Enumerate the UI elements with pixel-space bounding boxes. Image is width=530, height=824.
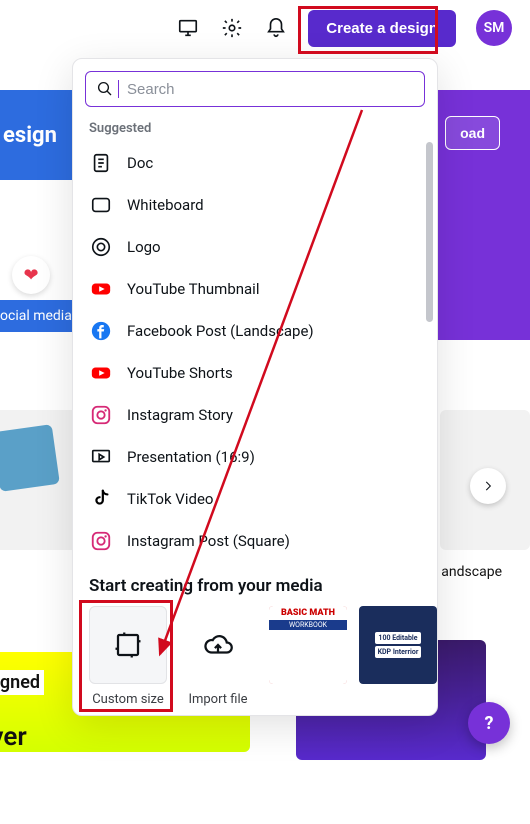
import-file-tile[interactable]: Import file [179,606,257,707]
promo-banner-text: esign [3,123,57,148]
design-type-label: Instagram Post (Square) [127,532,290,550]
search-icon [96,80,114,98]
instagram-icon [89,403,113,427]
category-chip-social-media[interactable]: ocial media [0,300,82,332]
design-type-instagram-post[interactable]: Instagram Post (Square) [73,520,437,562]
upload-button[interactable]: oad [445,116,500,150]
desktop-icon[interactable] [176,16,200,40]
design-type-label: Facebook Post (Landscape) [127,322,314,340]
cloud-upload-icon [203,630,233,660]
text-cursor [118,80,119,98]
tiktok-icon [89,487,113,511]
carousel-next-button[interactable] [470,468,506,504]
design-type-label: TikTok Video [127,490,213,508]
presentation-icon [89,445,113,469]
heart-icon: ❤ [12,256,50,294]
design-type-label: Logo [127,238,161,256]
template-thumb [0,424,60,492]
design-type-facebook-post[interactable]: Facebook Post (Landscape) [73,310,437,352]
settings-gear-icon[interactable] [220,16,244,40]
notification-bell-icon[interactable] [264,16,288,40]
design-type-instagram-story[interactable]: Instagram Story [73,394,437,436]
tile-label: Import file [188,692,247,707]
media-section-title: Start creating from your media [73,562,437,606]
logo-icon [89,235,113,259]
create-design-button[interactable]: Create a design [308,10,456,47]
recent-media-thumb[interactable]: BASIC MATH WORKBOOK [269,606,347,684]
design-type-logo[interactable]: Logo [73,226,437,268]
design-type-list: Doc Whiteboard Logo YouTube Thumbnail Fa… [73,142,437,562]
design-type-youtube-shorts[interactable]: YouTube Shorts [73,352,437,394]
design-type-label: Instagram Story [127,406,233,424]
design-type-tiktok-video[interactable]: TikTok Video [73,478,437,520]
design-type-label: YouTube Thumbnail [127,280,259,298]
custom-size-tile[interactable]: Custom size [89,606,167,707]
doc-icon [89,151,113,175]
facebook-icon [89,319,113,343]
youtube-icon [89,277,113,301]
whiteboard-icon [89,193,113,217]
user-avatar[interactable]: SM [476,10,512,46]
chevron-right-icon [481,479,495,493]
thumb-title: 100 Editable [375,632,420,644]
custom-size-icon [113,630,143,660]
template-text: over [0,722,27,752]
media-tiles-row: Custom size Import file BASIC MATH WORKB… [73,606,437,707]
design-type-presentation[interactable]: Presentation (16:9) [73,436,437,478]
recent-media-thumb[interactable]: 100 Editable KDP Interrior [359,606,437,684]
thumb-sub: WORKBOOK [289,621,327,629]
help-button[interactable]: ? [468,702,510,744]
thumb-title: BASIC MATH [281,608,335,618]
search-field[interactable] [85,71,425,107]
create-design-panel: Suggested Doc Whiteboard Logo YouTube Th… [72,58,438,716]
search-input[interactable] [127,81,414,98]
design-type-label: Doc [127,154,153,172]
design-type-label: YouTube Shorts [127,364,233,382]
youtube-icon [89,361,113,385]
design-type-doc[interactable]: Doc [73,142,437,184]
design-type-label: Presentation (16:9) [127,448,255,466]
thumb-sub: KDP Interrior [375,646,422,658]
tile-label: Custom size [92,692,164,707]
template-text: signed [0,670,44,695]
instagram-icon [89,529,113,553]
template-label-landscape: andscape [441,564,502,580]
design-type-whiteboard[interactable]: Whiteboard [73,184,437,226]
top-bar: Create a design SM [0,0,530,56]
design-type-youtube-thumbnail[interactable]: YouTube Thumbnail [73,268,437,310]
suggested-heading: Suggested [73,115,437,142]
design-type-label: Whiteboard [127,196,204,214]
